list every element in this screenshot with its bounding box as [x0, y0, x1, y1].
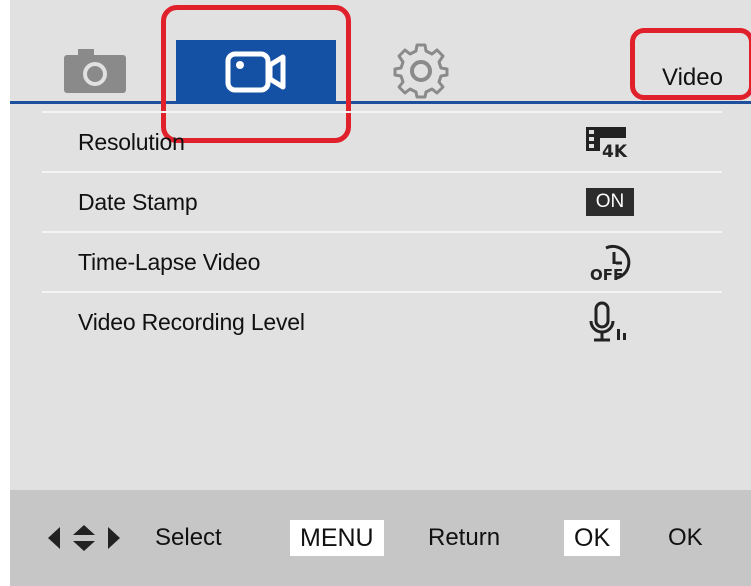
microphone-level-icon — [589, 301, 626, 342]
gear-icon — [393, 43, 449, 99]
four-way-arrows-icon — [48, 525, 120, 551]
footer-return: Return — [428, 490, 500, 586]
menu-item-value: ON — [570, 182, 650, 222]
menu-item-value: OFF — [570, 242, 650, 282]
menu-key-badge: MENU — [290, 520, 384, 556]
menu-item-label: Date Stamp — [78, 188, 198, 215]
svg-text:OFF: OFF — [590, 266, 623, 282]
ok-label: OK — [668, 524, 703, 551]
video-camera-icon — [225, 51, 286, 93]
select-label: Select — [155, 524, 222, 551]
menu-item-value — [570, 301, 650, 342]
footer-navigate — [48, 490, 120, 586]
on-badge: ON — [585, 188, 635, 216]
menu-item-resolution[interactable]: Resolution 4K — [42, 111, 722, 171]
menu-item-label: Resolution — [78, 128, 185, 155]
footer-select: Select — [155, 490, 222, 586]
tab-setup[interactable] — [356, 40, 486, 102]
ok-key-badge: OK — [564, 520, 621, 556]
menu-item-label: Time-Lapse Video — [78, 248, 261, 275]
tab-photo[interactable] — [40, 40, 150, 102]
footer-menu-key[interactable]: MENU — [290, 490, 384, 586]
resolution-4k-icon: 4K — [586, 127, 634, 159]
menu-item-value: 4K — [570, 122, 650, 162]
mode-label: Video — [662, 64, 723, 91]
menu-list: Resolution 4K Date Stamp ON Time-Lapse V… — [42, 111, 722, 351]
footer-ok-key[interactable]: OK — [564, 490, 621, 586]
timelapse-off-icon: OFF — [590, 244, 631, 282]
camera-icon — [64, 49, 126, 93]
return-label: Return — [428, 524, 501, 551]
menu-item-date-stamp[interactable]: Date Stamp ON — [42, 171, 722, 231]
tab-video[interactable] — [176, 40, 336, 104]
footer-ok: OK — [668, 490, 703, 586]
menu-item-video-recording-level[interactable]: Video Recording Level — [42, 291, 722, 351]
menu-item-label: Video Recording Level — [78, 308, 305, 335]
menu-item-time-lapse-video[interactable]: Time-Lapse Video OFF — [42, 231, 722, 291]
svg-text:4K: 4K — [602, 142, 628, 159]
